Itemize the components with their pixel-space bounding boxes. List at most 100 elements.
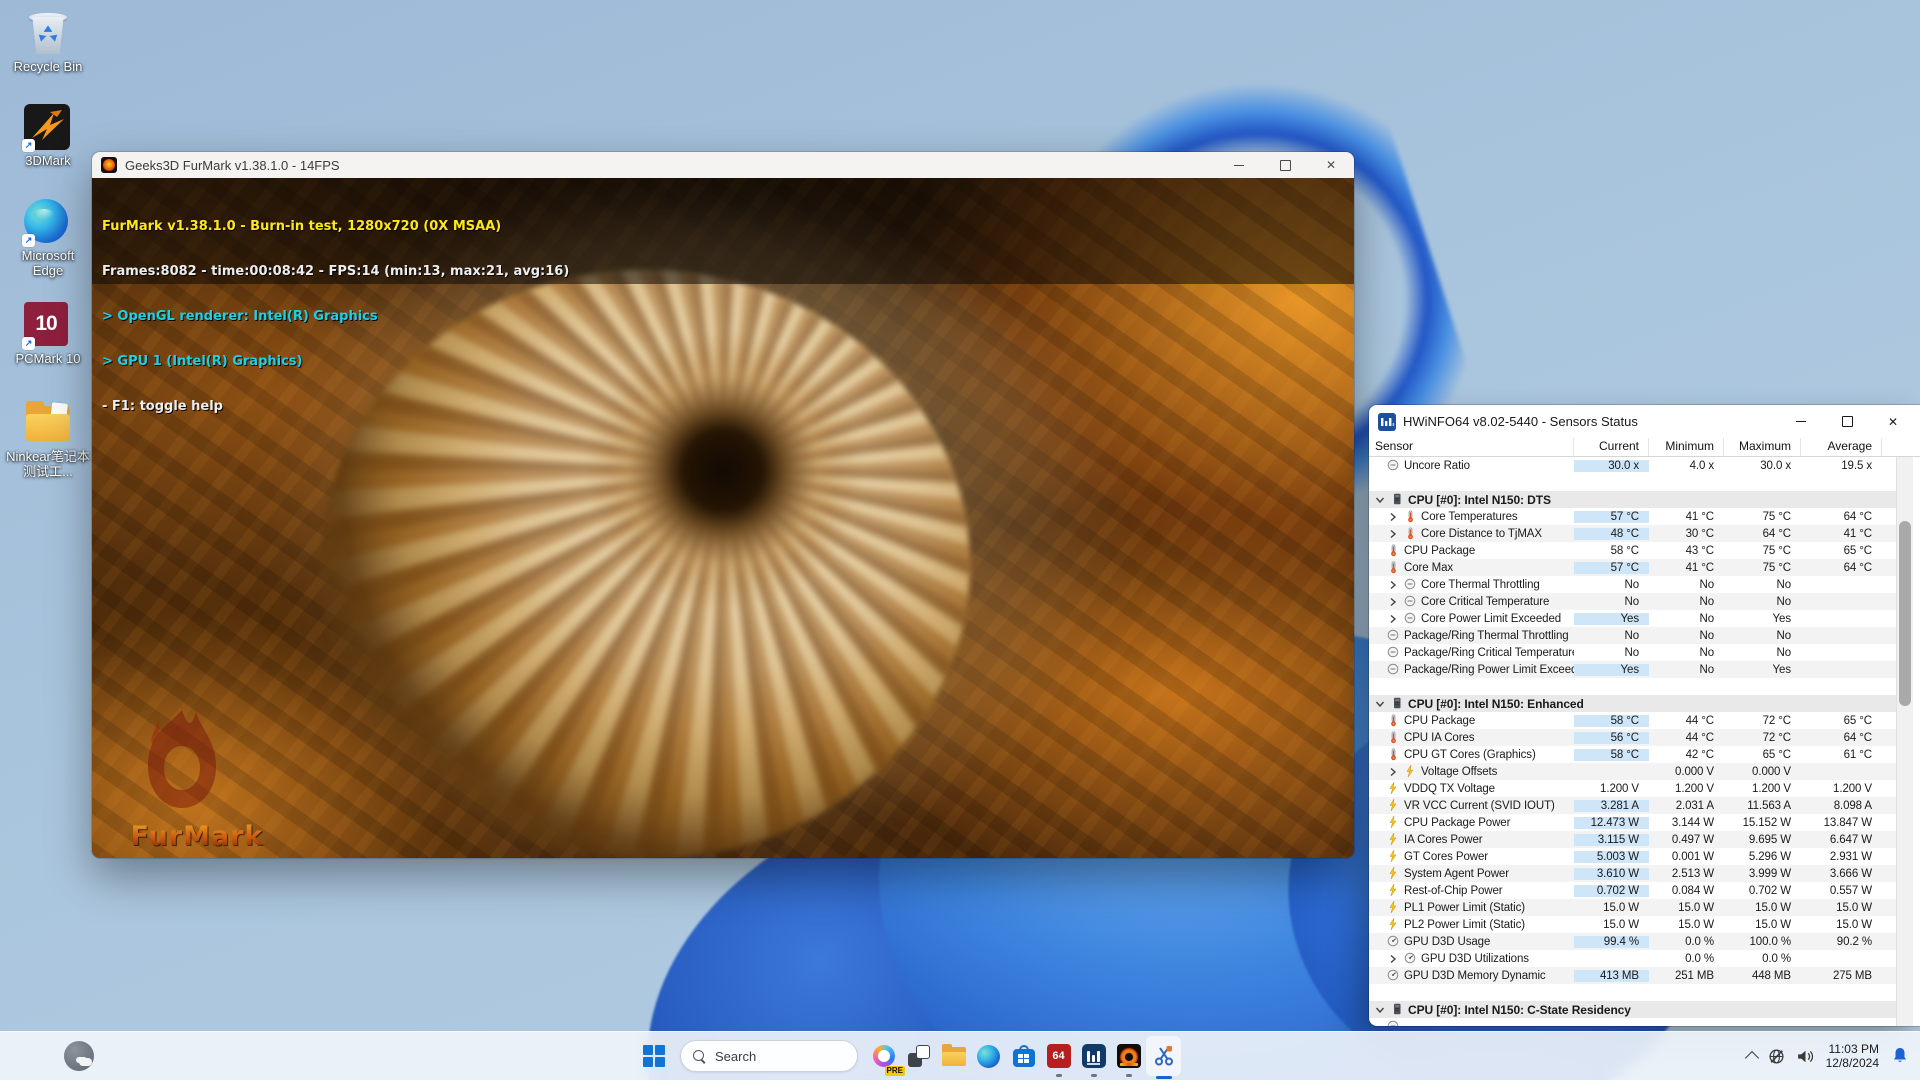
taskbar-microsoft-store[interactable] [1006, 1032, 1041, 1080]
sensor-label: GPU D3D Utilizations [1421, 953, 1529, 965]
sensor-row[interactable]: PL2 Power Limit (Static)15.0 W15.0 W15.0… [1369, 916, 1896, 933]
taskbar-hwinfo-sensors[interactable] [1076, 1032, 1111, 1080]
desktop-icon-3dmark[interactable]: ↗ 3DMark [0, 104, 96, 168]
desktop-icon-ninkear-folder[interactable]: Ninkear笔记本测试工... [0, 400, 96, 479]
sensor-row[interactable]: Package/Ring Thermal ThrottlingNoNoNo [1369, 627, 1896, 644]
maximum-value: 15.152 W [1724, 817, 1801, 829]
osd-line-gpu: > GPU 1 (Intel(R) Graphics) [102, 354, 569, 369]
sensor-row[interactable]: Uncore Ratio30.0 x4.0 x30.0 x19.5 x [1369, 457, 1896, 474]
scrollbar-thumb[interactable] [1899, 521, 1911, 706]
sensor-row[interactable]: Core Power Limit ExceededYesNoYes [1369, 610, 1896, 627]
desktop-icon-pcmark[interactable]: 10 ↗ PCMark 10 [0, 302, 96, 366]
minimize-button[interactable] [1216, 152, 1262, 178]
sensor-table-header[interactable]: Sensor Current Minimum Maximum Average [1369, 438, 1920, 457]
maximize-button[interactable] [1262, 152, 1308, 178]
hwinfo-titlebar[interactable]: HWiNFO64 v8.02-5440 - Sensors Status ✕ [1369, 405, 1920, 438]
column-header-current[interactable]: Current [1574, 438, 1649, 456]
sensor-section-header[interactable]: CPU [#0]: Intel N150: C-State Residency [1369, 1001, 1896, 1018]
maximize-button[interactable] [1824, 405, 1870, 438]
sensor-label: CPU Package [1404, 715, 1475, 727]
sensor-row[interactable]: PL1 Power Limit (Static)15.0 W15.0 W15.0… [1369, 899, 1896, 916]
copilot-icon [873, 1045, 895, 1067]
close-button[interactable]: ✕ [1870, 405, 1916, 438]
column-header-average[interactable]: Average [1801, 438, 1882, 456]
taskbar-file-explorer[interactable] [936, 1032, 971, 1080]
minimum-value: 0.084 W [1649, 885, 1724, 897]
file-explorer-icon [942, 1047, 966, 1066]
minimum-value: 41 °C [1649, 511, 1724, 523]
sensor-row[interactable]: Core Max57 °C41 °C75 °C64 °C [1369, 559, 1896, 576]
sensor-row[interactable]: IA Cores Power3.115 W0.497 W9.695 W6.647… [1369, 831, 1896, 848]
sensor-row[interactable]: Core Temperatures57 °C41 °C75 °C64 °C [1369, 508, 1896, 525]
sensor-section-header[interactable]: CPU [#0]: Intel N150: DTS [1369, 491, 1896, 508]
sensor-row[interactable]: Core Critical TemperatureNoNoNo [1369, 593, 1896, 610]
flame-ring-icon [118, 700, 246, 818]
sensor-name-cell: Uncore Ratio [1369, 459, 1574, 472]
sensor-row[interactable]: Package/Ring Critical TemperatureNoNoNo [1369, 644, 1896, 661]
sensor-row[interactable]: VDDQ TX Voltage1.200 V1.200 V1.200 V1.20… [1369, 780, 1896, 797]
sensor-row[interactable]: GPU D3D Memory Dynamic413 MB251 MB448 MB… [1369, 967, 1896, 984]
chevron-right-icon[interactable] [1387, 596, 1399, 608]
sensor-row[interactable]: GT Cores Power5.003 W0.001 W5.296 W2.931… [1369, 848, 1896, 865]
desktop-icon-recycle-bin[interactable]: Recycle Bin [0, 10, 96, 74]
sensor-row[interactable]: CPU GT Cores (Graphics)58 °C42 °C65 °C61… [1369, 746, 1896, 763]
sensor-row[interactable]: CPU Package58 °C44 °C72 °C65 °C [1369, 712, 1896, 729]
sensor-row[interactable]: VR VCC Current (SVID IOUT)3.281 A2.031 A… [1369, 797, 1896, 814]
taskbar-task-view[interactable] [901, 1032, 936, 1080]
sensor-row[interactable] [1369, 1018, 1896, 1026]
notification-center[interactable] [1890, 1046, 1910, 1066]
globe-no-internet-icon [1768, 1048, 1785, 1065]
sensor-row[interactable]: CPU IA Cores56 °C44 °C72 °C64 °C [1369, 729, 1896, 746]
tray-overflow-chevron[interactable] [1747, 1049, 1757, 1063]
sensor-name-cell: GT Cores Power [1369, 850, 1574, 863]
chevron-right-icon[interactable] [1387, 511, 1399, 523]
taskbar-snipping-tool[interactable] [1146, 1036, 1181, 1076]
average-value: 15.0 W [1801, 919, 1882, 931]
sensor-row[interactable]: Voltage Offsets0.000 V0.000 V [1369, 763, 1896, 780]
maximum-value: 75 °C [1724, 562, 1801, 574]
sensor-row[interactable]: System Agent Power3.610 W2.513 W3.999 W3… [1369, 865, 1896, 882]
search-box[interactable]: Search [680, 1040, 858, 1072]
chip-icon [1391, 697, 1404, 710]
column-header-minimum[interactable]: Minimum [1649, 438, 1724, 456]
clock[interactable]: 11:03 PM 12/8/2024 [1826, 1042, 1879, 1070]
start-button[interactable] [636, 1032, 672, 1080]
network-status[interactable] [1768, 1048, 1785, 1065]
close-button[interactable]: ✕ [1308, 152, 1354, 178]
sensor-row[interactable]: Rest-of-Chip Power0.702 W0.084 W0.702 W0… [1369, 882, 1896, 899]
taskbar-edge[interactable] [971, 1032, 1006, 1080]
sensor-section-header[interactable]: CPU [#0]: Intel N150: Enhanced [1369, 695, 1896, 712]
chevron-right-icon[interactable] [1387, 579, 1399, 591]
minimum-value: No [1649, 596, 1724, 608]
chevron-right-icon[interactable] [1387, 613, 1399, 625]
minimum-value: No [1649, 579, 1724, 591]
sensor-row[interactable]: Core Thermal ThrottlingNoNoNo [1369, 576, 1896, 593]
bolt-icon [1387, 901, 1400, 914]
chevron-right-icon[interactable] [1387, 953, 1399, 965]
sensor-row[interactable]: GPU D3D Usage99.4 %0.0 %100.0 %90.2 % [1369, 933, 1896, 950]
taskbar-furmark[interactable] [1111, 1032, 1146, 1080]
current-value: 12.473 W [1574, 817, 1649, 829]
sensor-row[interactable]: Package/Ring Power Limit ExceededYesNoYe… [1369, 661, 1896, 678]
sensor-row[interactable]: GPU D3D Utilizations0.0 %0.0 % [1369, 950, 1896, 967]
volume-control[interactable] [1796, 1048, 1815, 1065]
sensor-row[interactable]: Core Distance to TjMAX48 °C30 °C64 °C41 … [1369, 525, 1896, 542]
taskbar-hwinfo64[interactable]: 64 [1041, 1032, 1076, 1080]
current-value: 3.115 W [1574, 834, 1649, 846]
vertical-scrollbar[interactable] [1896, 457, 1913, 1026]
chevron-right-icon[interactable] [1387, 766, 1399, 778]
3dmark-icon: ↗ [24, 104, 72, 150]
column-header-maximum[interactable]: Maximum [1724, 438, 1801, 456]
column-header-sensor[interactable]: Sensor [1369, 438, 1574, 456]
chevron-down-icon[interactable] [1374, 494, 1386, 506]
chevron-down-icon[interactable] [1374, 1004, 1386, 1016]
minimize-button[interactable] [1778, 405, 1824, 438]
desktop-icon-edge[interactable]: ↗ Microsoft Edge [0, 199, 96, 278]
furmark-titlebar[interactable]: Geeks3D FurMark v1.38.1.0 - 14FPS ✕ [92, 152, 1354, 178]
taskbar-copilot[interactable]: PRE [866, 1032, 901, 1080]
widgets-weather-icon[interactable] [64, 1041, 94, 1071]
chevron-right-icon[interactable] [1387, 528, 1399, 540]
chevron-down-icon[interactable] [1374, 698, 1386, 710]
sensor-row[interactable]: CPU Package58 °C43 °C75 °C65 °C [1369, 542, 1896, 559]
sensor-row[interactable]: CPU Package Power12.473 W3.144 W15.152 W… [1369, 814, 1896, 831]
